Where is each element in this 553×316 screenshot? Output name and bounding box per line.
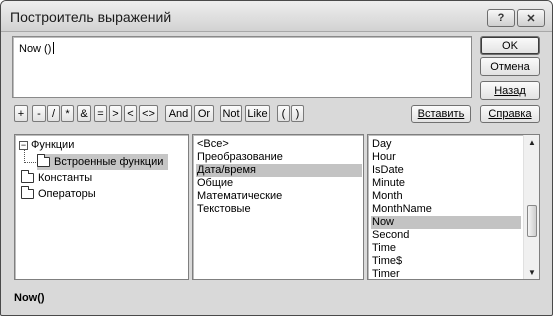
divide-operator-button[interactable]: / bbox=[47, 105, 60, 122]
concat-operator-button[interactable]: & bbox=[77, 105, 91, 122]
list-item[interactable]: Second bbox=[371, 229, 409, 242]
folder-icon bbox=[21, 186, 34, 199]
list-item[interactable]: Time$ bbox=[371, 255, 402, 268]
title-bar: Построитель выражений ? ✕ bbox=[1, 1, 552, 32]
back-button[interactable]: Назад bbox=[480, 81, 540, 100]
list-item[interactable]: Преобразование bbox=[196, 151, 283, 164]
list-item-selected[interactable]: Now bbox=[371, 216, 521, 229]
list-item[interactable]: Month bbox=[371, 190, 403, 203]
equals-operator-button[interactable]: = bbox=[94, 105, 107, 122]
tree-item-label: Константы bbox=[38, 172, 93, 184]
not-equal-operator-button[interactable]: <> bbox=[139, 105, 158, 122]
list-item[interactable]: Математические bbox=[196, 190, 282, 203]
tree-connector bbox=[24, 162, 36, 163]
open-paren-button[interactable]: ( bbox=[277, 105, 290, 122]
scroll-down-icon[interactable]: ▼ bbox=[524, 265, 539, 279]
list-item-selected[interactable]: Дата/время bbox=[196, 164, 362, 177]
window-title: Построитель выражений bbox=[10, 9, 172, 25]
list-item[interactable]: Time bbox=[371, 242, 396, 255]
not-operator-button[interactable]: Not bbox=[220, 105, 242, 122]
folder-icon bbox=[21, 170, 34, 183]
list-item[interactable]: Общие bbox=[196, 177, 233, 190]
tree-item-operators[interactable]: Операторы bbox=[21, 186, 96, 202]
expression-builder-dialog: Построитель выражений ? ✕ Now () OK Отме… bbox=[0, 0, 553, 316]
and-operator-button[interactable]: And bbox=[165, 105, 192, 122]
question-mark-icon: ? bbox=[497, 12, 505, 24]
list-item[interactable]: Hour bbox=[371, 151, 396, 164]
ok-button[interactable]: OK bbox=[480, 36, 540, 55]
close-paren-button[interactable]: ) bbox=[291, 105, 304, 122]
list-item[interactable]: Day bbox=[371, 138, 392, 151]
insert-button[interactable]: Вставить bbox=[411, 105, 471, 123]
list-item[interactable]: Текстовые bbox=[196, 203, 251, 216]
list-item[interactable]: MonthName bbox=[371, 203, 432, 216]
or-operator-button[interactable]: Or bbox=[194, 105, 214, 122]
open-folder-icon bbox=[37, 154, 50, 167]
element-tree[interactable]: − Функции Встроенные функции Константы О… bbox=[14, 134, 189, 280]
tree-item-label: Операторы bbox=[38, 188, 96, 200]
expression-text: Now () bbox=[19, 43, 52, 55]
cancel-button[interactable]: Отмена bbox=[480, 57, 540, 76]
title-help-button[interactable]: ? bbox=[487, 9, 515, 27]
scroll-thumb[interactable] bbox=[527, 205, 537, 237]
text-caret bbox=[53, 42, 55, 54]
function-syntax-status: Now() bbox=[14, 292, 45, 304]
minus-operator-button[interactable]: - bbox=[32, 105, 46, 122]
tree-item-constants[interactable]: Константы bbox=[21, 170, 92, 186]
category-list[interactable]: <Все> Преобразование Дата/время Общие Ма… bbox=[192, 134, 364, 280]
less-operator-button[interactable]: < bbox=[124, 105, 137, 122]
tree-item-label: Встроенные функции bbox=[54, 156, 164, 168]
list-item[interactable]: Timer bbox=[371, 268, 400, 279]
multiply-operator-button[interactable]: * bbox=[61, 105, 74, 122]
scroll-up-icon[interactable]: ▲ bbox=[524, 135, 539, 149]
collapse-icon[interactable]: − bbox=[19, 140, 28, 150]
title-close-button[interactable]: ✕ bbox=[517, 9, 545, 27]
tree-item-label: Функции bbox=[31, 139, 75, 151]
function-list[interactable]: Day Hour IsDate Minute Month MonthName N… bbox=[367, 134, 540, 280]
greater-operator-button[interactable]: > bbox=[109, 105, 122, 122]
expression-input[interactable]: Now () bbox=[12, 36, 472, 98]
like-operator-button[interactable]: Like bbox=[245, 105, 270, 122]
list-item[interactable]: <Все> bbox=[196, 138, 229, 151]
tree-item-builtin-functions[interactable]: Встроенные функции bbox=[37, 154, 169, 170]
tree-item-functions[interactable]: − Функции bbox=[19, 137, 74, 153]
help-button[interactable]: Справка bbox=[480, 105, 540, 123]
plus-operator-button[interactable]: + bbox=[14, 105, 28, 122]
list-item[interactable]: IsDate bbox=[371, 164, 404, 177]
vertical-scrollbar[interactable]: ▲ ▼ bbox=[523, 135, 539, 279]
list-item[interactable]: Minute bbox=[371, 177, 405, 190]
close-icon: ✕ bbox=[526, 12, 536, 25]
